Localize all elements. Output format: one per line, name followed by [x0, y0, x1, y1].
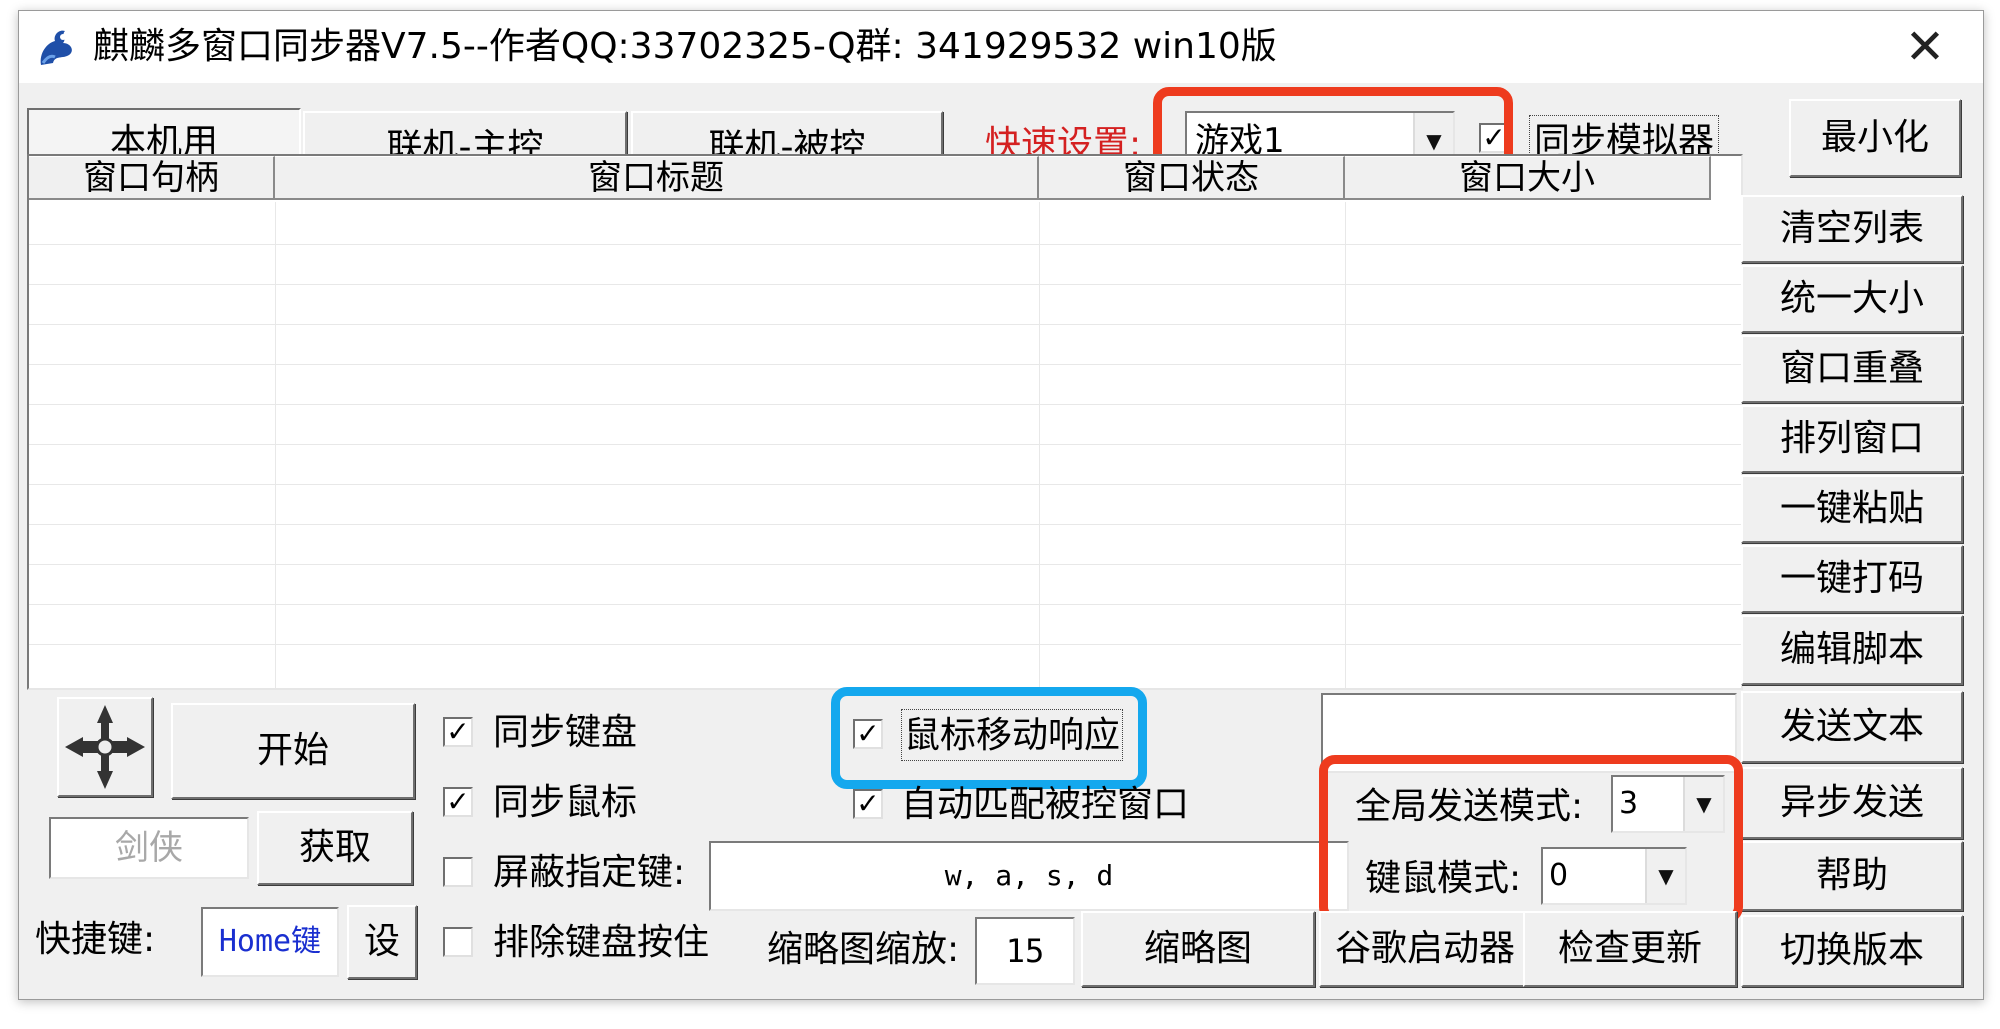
- grid-line: [29, 524, 1741, 525]
- highlight-mouse-move: [831, 687, 1147, 789]
- clear-list-button[interactable]: 清空列表: [1741, 195, 1963, 263]
- edit-script-button[interactable]: 编辑脚本: [1741, 615, 1963, 685]
- arrange-windows-button[interactable]: 排列窗口: [1741, 405, 1963, 473]
- kirin-logo-icon: [33, 25, 79, 71]
- col-header-title[interactable]: 窗口标题: [275, 156, 1039, 200]
- window-title: 麒麟多窗口同步器V7.5--作者QQ:33702325-Q群: 34192953…: [93, 26, 1277, 67]
- grid-line: [1345, 202, 1346, 688]
- fetch-button[interactable]: 获取: [257, 811, 413, 885]
- grid-line: [29, 564, 1741, 565]
- sync-mouse-label: 同步鼠标: [493, 782, 638, 823]
- grid-line: [29, 604, 1741, 605]
- overlap-windows-button[interactable]: 窗口重叠: [1741, 335, 1963, 403]
- col-header-handle[interactable]: 窗口句柄: [29, 156, 275, 200]
- col-header-status[interactable]: 窗口状态: [1039, 156, 1345, 200]
- close-button[interactable]: ✕: [1895, 21, 1955, 73]
- async-send-button[interactable]: 异步发送: [1741, 767, 1963, 839]
- switch-version-button[interactable]: 切换版本: [1741, 915, 1963, 987]
- sync-mouse-checkbox[interactable]: ✓: [443, 787, 473, 817]
- grid-line: [29, 484, 1741, 485]
- unify-size-button[interactable]: 统一大小: [1741, 265, 1963, 333]
- exclude-hold-checkbox[interactable]: [443, 927, 473, 957]
- grid-line: [29, 404, 1741, 405]
- hotkey-label: 快捷键:: [35, 919, 156, 960]
- send-text-button[interactable]: 发送文本: [1741, 691, 1963, 763]
- auto-match-checkbox[interactable]: ✓: [853, 789, 883, 819]
- exclude-hold-label: 排除键盘按住: [493, 922, 710, 963]
- auto-match-label: 自动匹配被控窗口: [901, 784, 1190, 825]
- crosshair-move-icon: [65, 705, 145, 789]
- one-key-type-button[interactable]: 一键打码: [1741, 545, 1963, 613]
- grid-line: [275, 202, 276, 688]
- window-list[interactable]: 窗口句柄 窗口标题 窗口状态 窗口大小: [27, 154, 1743, 690]
- grid-line: [1039, 202, 1040, 688]
- grid-line: [29, 644, 1741, 645]
- grid-line: [29, 324, 1741, 325]
- block-keys-label: 屏蔽指定键:: [493, 852, 686, 893]
- sync-keyboard-checkbox[interactable]: ✓: [443, 717, 473, 747]
- title-bar: 麒麟多窗口同步器V7.5--作者QQ:33702325-Q群: 34192953…: [19, 11, 1983, 83]
- target-name-field[interactable]: 剑侠: [49, 817, 249, 879]
- grid-line: [29, 284, 1741, 285]
- check-update-button[interactable]: 检查更新: [1523, 911, 1737, 987]
- grid-line: [29, 244, 1741, 245]
- block-keys-checkbox[interactable]: [443, 857, 473, 887]
- drag-target-button[interactable]: [57, 697, 153, 797]
- blocked-keys-input[interactable]: w, a, s, d: [709, 841, 1349, 911]
- col-header-size[interactable]: 窗口大小: [1345, 156, 1711, 200]
- grid-line: [29, 444, 1741, 445]
- highlight-send-mode: [1319, 755, 1743, 923]
- hotkey-field[interactable]: Home键: [201, 907, 339, 977]
- one-key-paste-button[interactable]: 一键粘贴: [1741, 475, 1963, 543]
- minimize-button[interactable]: 最小化: [1789, 99, 1961, 177]
- help-button[interactable]: 帮助: [1741, 841, 1963, 911]
- chrome-launcher-button[interactable]: 谷歌启动器: [1319, 911, 1531, 987]
- hotkey-set-button[interactable]: 设: [347, 905, 417, 979]
- app-window: 麒麟多窗口同步器V7.5--作者QQ:33702325-Q群: 34192953…: [18, 10, 1984, 1000]
- thumb-zoom-label: 缩略图缩放:: [767, 929, 960, 970]
- thumbnail-button[interactable]: 缩略图: [1081, 911, 1315, 987]
- start-button[interactable]: 开始: [171, 703, 415, 799]
- grid-line: [29, 364, 1741, 365]
- thumb-zoom-input[interactable]: 15: [975, 917, 1075, 985]
- sync-keyboard-label: 同步键盘: [493, 712, 638, 753]
